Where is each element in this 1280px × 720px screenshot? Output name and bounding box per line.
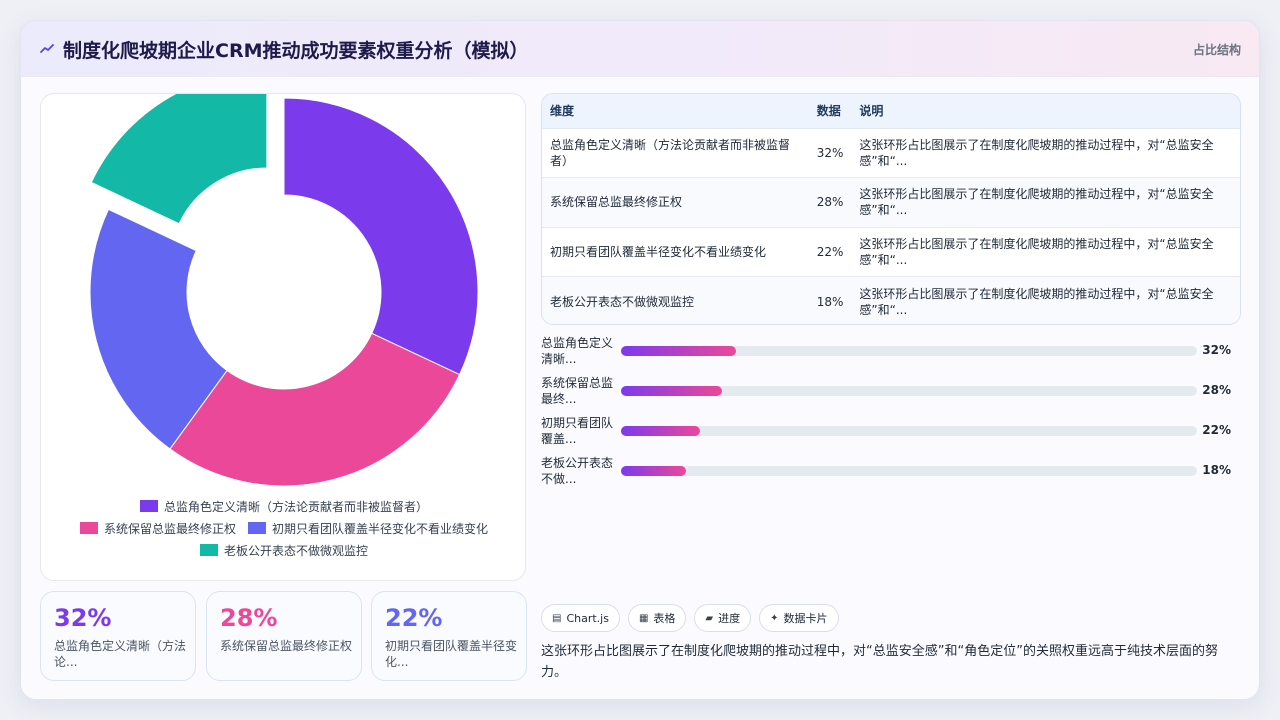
donut-chart bbox=[89, 94, 479, 487]
progress-fill bbox=[621, 346, 737, 356]
chip-label: 进度 bbox=[718, 612, 741, 625]
progress-value: 22% bbox=[1202, 423, 1231, 437]
progress-value: 18% bbox=[1202, 463, 1231, 477]
column-header: 维度 bbox=[550, 104, 575, 119]
progress-track bbox=[621, 386, 1197, 396]
legend-label: 系统保留总监最终修正权 bbox=[103, 521, 236, 536]
table-cell: 系统保留总监最终修正权 bbox=[550, 195, 683, 210]
legend-label: 老板公开表态不做微观监控 bbox=[223, 543, 368, 558]
progress-icon: ▰ bbox=[705, 612, 714, 624]
progress-track bbox=[621, 346, 1197, 356]
table-cell: 这张环形占比图展示了在制度化爬坡期的推动过程中，对“总监安全感”和“... bbox=[859, 137, 1214, 168]
progress-label: 老板公开表态不做... bbox=[541, 456, 614, 486]
donut-slice[interactable] bbox=[90, 94, 268, 225]
legend-label: 初期只看团队覆盖半径变化不看业绩变化 bbox=[272, 521, 489, 536]
table-cell: 总监角色定义清晰（方法论贡献者而非被监督者） bbox=[550, 137, 791, 168]
kpi-value: 22% bbox=[385, 604, 443, 632]
kpi-value: 32% bbox=[54, 604, 112, 632]
table-cell: 22% bbox=[816, 244, 844, 259]
progress-value: 32% bbox=[1202, 343, 1231, 357]
progress-fill bbox=[621, 426, 701, 436]
chart-legend: 总监角色定义清晰（方法论贡献者而非被监督者） 系统保留总监最终修正权 初期只看团… bbox=[41, 498, 527, 564]
progress-row: 老板公开表态不做... 18% bbox=[541, 455, 1241, 495]
legend-item[interactable]: 老板公开表态不做微观监控 bbox=[199, 542, 368, 559]
legend-item[interactable]: 初期只看团队覆盖半径变化不看业绩变化 bbox=[248, 520, 488, 537]
table-row: 系统保留总监最终修正权 28% 这张环形占比图展示了在制度化爬坡期的推动过程中，… bbox=[542, 177, 1240, 227]
chart-description: 这张环形占比图展示了在制度化爬坡期的推动过程中，对“总监安全感”和“角色定位”的… bbox=[541, 644, 1218, 680]
progress-row: 总监角色定义清晰... 32% bbox=[541, 335, 1241, 375]
header-bar: 制度化爬坡期企业CRM推动成功要素权重分析（模拟） 占比结构 bbox=[21, 21, 1259, 77]
table-cell: 32% bbox=[816, 145, 844, 160]
table-cell: 这张环形占比图展示了在制度化爬坡期的推动过程中，对“总监安全感”和“... bbox=[859, 187, 1214, 218]
chart-icon: ▤ bbox=[552, 612, 562, 624]
sparkle-icon: ✦ bbox=[770, 612, 779, 624]
kpi-value: 28% bbox=[220, 604, 278, 632]
legend-swatch bbox=[199, 544, 218, 556]
donut-slice[interactable] bbox=[283, 97, 479, 376]
progress-label: 初期只看团队覆盖... bbox=[541, 416, 614, 446]
dashboard-card: 制度化爬坡期企业CRM推动成功要素权重分析（模拟） 占比结构 总监角色定义清晰（… bbox=[20, 20, 1260, 700]
table-row: 总监角色定义清晰（方法论贡献者而非被监督者） 32% 这张环形占比图展示了在制度… bbox=[542, 128, 1240, 178]
kpi-label: 系统保留总监最终修正权 bbox=[220, 639, 353, 653]
legend-swatch bbox=[139, 500, 158, 512]
chip-table[interactable]: ▦ 表格 bbox=[627, 604, 687, 632]
trend-line-icon bbox=[40, 44, 54, 53]
data-table: 维度 数据 说明 总监角色定义清晰（方法论贡献者而非被监督者） 32% 这张环形… bbox=[541, 93, 1241, 325]
donut-chart-panel: 总监角色定义清晰（方法论贡献者而非被监督者） 系统保留总监最终修正权 初期只看团… bbox=[40, 93, 526, 581]
chip-label: Chart.js bbox=[566, 611, 609, 625]
progress-value: 28% bbox=[1202, 383, 1231, 397]
page-title: 制度化爬坡期企业CRM推动成功要素权重分析（模拟） bbox=[63, 40, 529, 62]
table-cell: 18% bbox=[816, 294, 844, 309]
chip-label: 数据卡片 bbox=[783, 612, 828, 625]
column-header: 说明 bbox=[859, 104, 884, 119]
legend-item[interactable]: 系统保留总监最终修正权 bbox=[79, 520, 236, 537]
kpi-card: 32% 总监角色定义清晰（方法论... bbox=[40, 591, 196, 681]
progress-fill bbox=[621, 466, 687, 476]
progress-row: 系统保留总监最终... 28% bbox=[541, 375, 1241, 415]
legend-item[interactable]: 总监角色定义清晰（方法论贡献者而非被监督者） bbox=[139, 498, 428, 515]
chip-label: 表格 bbox=[653, 612, 676, 625]
table-cell: 老板公开表态不做微观监控 bbox=[550, 294, 695, 309]
chip-progress[interactable]: ▰ 进度 bbox=[694, 604, 752, 632]
legend-swatch bbox=[248, 522, 266, 534]
progress-fill bbox=[621, 386, 722, 396]
table-icon: ▦ bbox=[638, 612, 649, 624]
kpi-card: 28% 系统保留总监最终修正权 bbox=[206, 591, 362, 681]
progress-track bbox=[621, 466, 1197, 476]
kpi-label: 总监角色定义清晰（方法论... bbox=[54, 639, 187, 669]
progress-label: 总监角色定义清晰... bbox=[541, 336, 614, 366]
kpi-card: 22% 初期只看团队覆盖半径变化... bbox=[371, 591, 527, 681]
progress-row: 初期只看团队覆盖... 22% bbox=[541, 415, 1241, 455]
table-cell: 这张环形占比图展示了在制度化爬坡期的推动过程中，对“总监安全感”和“... bbox=[859, 286, 1214, 317]
progress-track bbox=[621, 426, 1197, 436]
legend-label: 总监角色定义清晰（方法论贡献者而非被监督者） bbox=[163, 499, 428, 514]
progress-label: 系统保留总监最终... bbox=[541, 376, 614, 406]
chip-data-card[interactable]: ✦ 数据卡片 bbox=[759, 604, 839, 632]
kpi-label: 初期只看团队覆盖半径变化... bbox=[385, 639, 518, 669]
chip-chartjs[interactable]: ▤ Chart.js bbox=[541, 604, 620, 632]
table-cell: 28% bbox=[816, 195, 844, 210]
feature-chips: ▤ Chart.js ▦ 表格 ▰ 进度 ✦ 数据卡片 bbox=[541, 604, 839, 632]
table-cell: 初期只看团队覆盖半径变化不看业绩变化 bbox=[550, 244, 767, 259]
table-cell: 这张环形占比图展示了在制度化爬坡期的推动过程中，对“总监安全感”和“... bbox=[859, 236, 1214, 267]
donut-slice[interactable] bbox=[169, 332, 461, 487]
table-header-row: 维度 数据 说明 bbox=[542, 94, 1240, 128]
table-row: 初期只看团队覆盖半径变化不看业绩变化 22% 这张环形占比图展示了在制度化爬坡期… bbox=[542, 227, 1240, 277]
chart-type-tag: 占比结构 bbox=[1192, 43, 1241, 57]
legend-swatch bbox=[79, 522, 98, 534]
table-row: 老板公开表态不做微观监控 18% 这张环形占比图展示了在制度化爬坡期的推动过程中… bbox=[542, 276, 1240, 324]
column-header: 数据 bbox=[816, 104, 841, 119]
